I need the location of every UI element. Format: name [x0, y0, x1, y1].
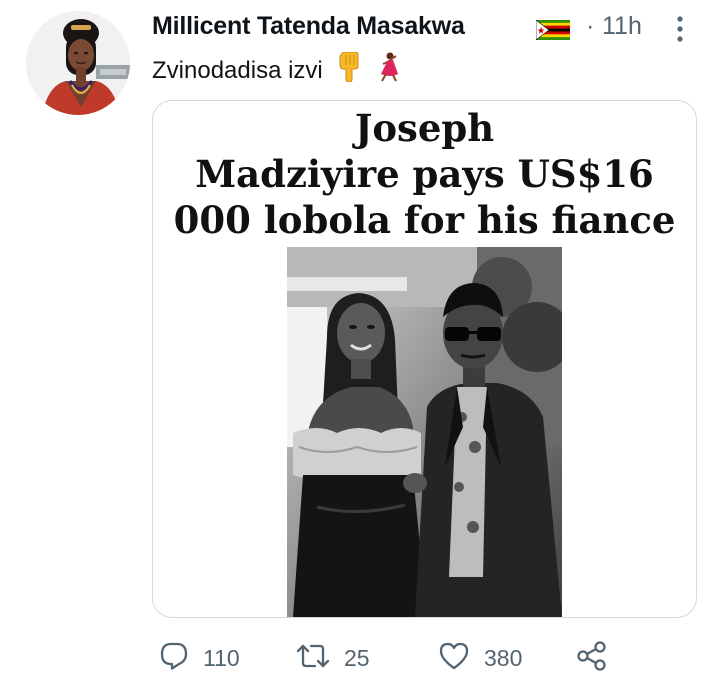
reply-icon: [159, 641, 189, 676]
couple-photo[interactable]: [287, 247, 562, 617]
zimbabwe-flag-icon: [535, 19, 570, 45]
author-name[interactable]: Millicent Tatenda Masakwa: [152, 12, 465, 41]
backhand-index-pointing-down-icon: [335, 51, 363, 89]
tweet-actions: 110 25 380: [152, 638, 692, 678]
like-button[interactable]: 380: [438, 638, 522, 678]
retweet-button[interactable]: 25: [296, 638, 370, 678]
retweet-icon: [296, 641, 330, 676]
woman-dancing-icon: [376, 52, 402, 89]
timestamp[interactable]: 11h: [602, 12, 642, 41]
tweet-text-content: Zvinodadisa izvi: [152, 57, 323, 84]
media-card[interactable]: Joseph Madziyire pays US$16 000 lobola f…: [152, 100, 697, 618]
tweet[interactable]: Millicent Tatenda Masakwa · 11h Zvinodad…: [0, 0, 719, 692]
headline-line: Madziyire pays US$16: [195, 152, 654, 196]
like-count: 380: [484, 644, 523, 671]
tweet-text: Zvinodadisa izvi: [152, 51, 402, 89]
reply-button[interactable]: 110: [159, 638, 240, 678]
share-icon: [576, 640, 608, 677]
reply-count: 110: [203, 644, 240, 671]
separator-dot: ·: [586, 12, 595, 40]
media-headline: Joseph Madziyire pays US$16 000 lobola f…: [153, 105, 696, 243]
tweet-header: Millicent Tatenda Masakwa · 11h: [152, 12, 699, 46]
headline-line: Joseph: [354, 106, 495, 150]
avatar[interactable]: [26, 11, 130, 115]
headline-line: 000 lobola for his fiance: [173, 198, 676, 242]
share-button[interactable]: [576, 638, 608, 678]
heart-icon: [438, 641, 470, 676]
more-options-icon[interactable]: [674, 16, 686, 42]
retweet-count: 25: [344, 644, 370, 671]
